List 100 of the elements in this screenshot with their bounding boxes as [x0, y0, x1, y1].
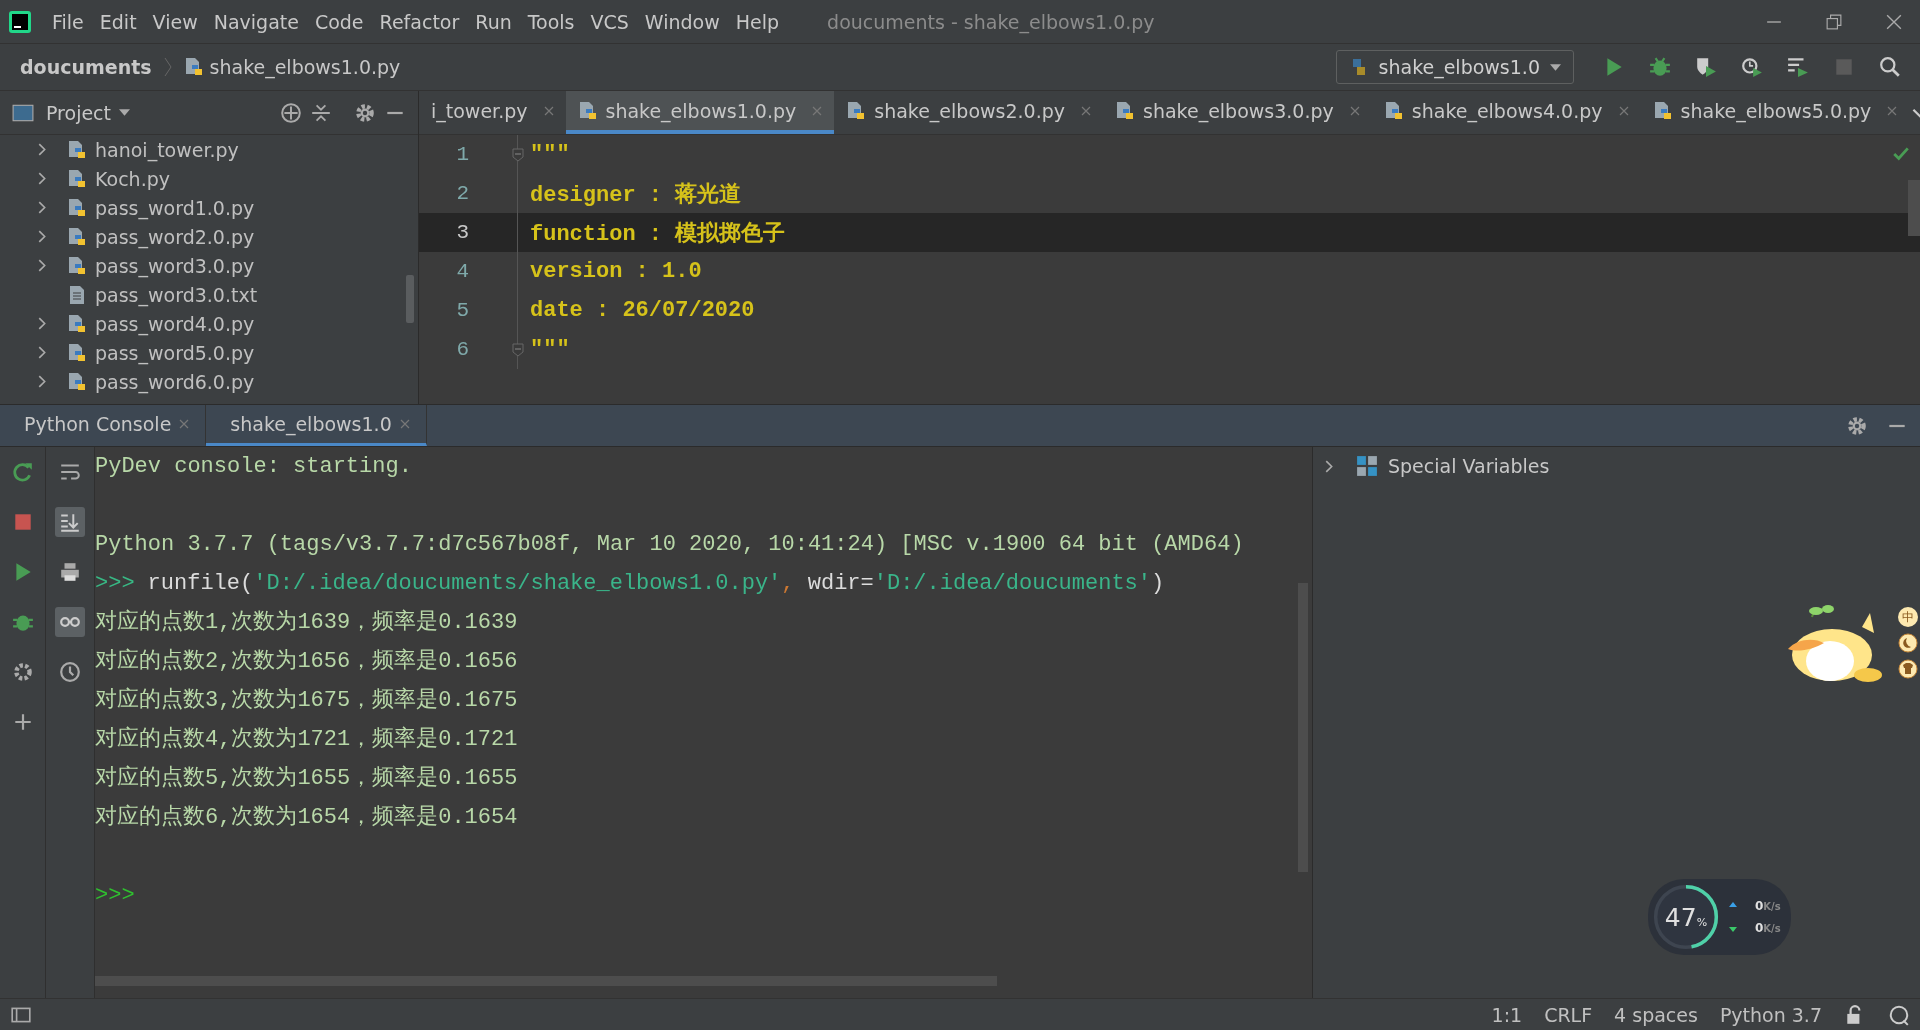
editor-tab[interactable]: shake_elbows5.0.py [1640, 91, 1910, 134]
file-tree-item[interactable]: Koch.py [95, 167, 170, 190]
editor-tab[interactable]: i_tower.py [419, 91, 566, 134]
file-tree-item[interactable]: pass_word4.0.py [95, 312, 255, 335]
code-line: designer : 蒋光道 [529, 181, 742, 209]
console-prompt[interactable]: >>> [95, 883, 135, 908]
menu-item[interactable]: Refactor [371, 10, 468, 33]
menu-item[interactable]: Window [636, 10, 728, 33]
moon-icon[interactable] [1898, 633, 1918, 653]
editor-tab[interactable]: shake_elbows1.0.py [565, 91, 835, 134]
menu-item[interactable]: View [144, 10, 206, 33]
coverage-icon[interactable] [1695, 56, 1717, 78]
python-file-icon [67, 313, 87, 334]
chevron-icon[interactable] [38, 317, 47, 330]
fold-marker-icon[interactable] [512, 342, 524, 357]
ime-mode-button[interactable]: 中 [1898, 607, 1918, 627]
chevron-icon[interactable] [38, 230, 47, 243]
console-output-line: 对应的点数5,次数为1655，频率是0.1655 [95, 764, 519, 793]
python-file-icon [67, 226, 87, 247]
interpreter-setting[interactable]: Python 3.7 [1719, 1003, 1822, 1026]
close-icon[interactable] [543, 105, 554, 116]
crosshair-icon[interactable] [280, 101, 302, 124]
file-tree-item[interactable]: pass_word2.0.py [95, 225, 255, 248]
menu-item[interactable]: Navigate [205, 10, 307, 33]
console-output-line: Python 3.7.7 (tags/v3.7.7:d7c567b08f, Mar 10 2020, 10:41:24) [MSC v.1900 64 bit (AMD64) [95, 531, 1245, 559]
run-configuration-dropdown[interactable]: shake_elbows1.0 [1335, 50, 1574, 84]
profile-icon[interactable] [1741, 56, 1763, 78]
cursor-position[interactable]: 1:1 [1491, 1003, 1523, 1026]
chevron-icon [163, 55, 172, 79]
scrollbar[interactable] [406, 275, 414, 323]
notification-icon[interactable] [1888, 1003, 1910, 1026]
chevron-icon[interactable] [38, 259, 47, 272]
variable-tree-item[interactable]: Special Variables [1388, 455, 1550, 477]
console-output-line: 对应的点数2,次数为1656，频率是0.1656 [95, 647, 519, 676]
editor-tab[interactable]: shake_elbows2.0.py [834, 91, 1104, 134]
indent-setting[interactable]: 4 spaces [1614, 1003, 1698, 1026]
python-file-icon [67, 255, 87, 276]
file-tree-item[interactable]: pass_word6.0.py [95, 370, 255, 393]
chevron-icon[interactable] [38, 346, 47, 359]
file-tree-item[interactable]: pass_word5.0.py [95, 341, 255, 364]
shirt-icon[interactable] [1898, 659, 1918, 679]
upload-speed: 0K/s [1755, 899, 1781, 913]
line-number: 5 [455, 299, 469, 322]
close-icon[interactable] [1887, 105, 1898, 116]
close-icon[interactable] [1349, 105, 1360, 116]
line-number: 1 [455, 143, 469, 166]
chevron-icon[interactable] [1325, 459, 1334, 473]
scroll-to-end-icon[interactable] [55, 507, 85, 537]
menu-item[interactable]: VCS [582, 10, 637, 33]
fold-marker-icon[interactable] [512, 147, 524, 162]
file-tree-item[interactable]: pass_word3.0.txt [95, 283, 258, 306]
code-line: date : 26/07/2020 [529, 298, 755, 323]
python-file-icon [67, 342, 87, 363]
console-output-line: 对应的点数6,次数为1654，频率是0.1654 [95, 803, 519, 832]
caret-icon[interactable] [119, 109, 130, 116]
python-file-icon [67, 168, 87, 189]
scrollbar[interactable] [95, 976, 997, 986]
restore-icon[interactable] [1826, 13, 1842, 30]
menu-item[interactable]: Code [306, 10, 372, 33]
close-icon[interactable] [1618, 105, 1629, 116]
run-list-icon[interactable] [1787, 56, 1809, 78]
search-icon[interactable] [1879, 56, 1901, 78]
console-tab[interactable]: Python Console [0, 405, 207, 446]
settings-icon[interactable] [1846, 414, 1868, 437]
console-command-line: >>> runfile('D:/.idea/doucuments/shake_elbows1.0.py', wdir='D:/.idea/doucuments') [95, 570, 1166, 598]
editor-tab[interactable]: shake_elbows4.0.py [1371, 91, 1641, 134]
file-tree-item[interactable]: pass_word3.0.py [95, 254, 255, 277]
menu-item[interactable]: Edit [91, 10, 145, 33]
line-number: 6 [455, 338, 469, 361]
line-number: 3 [455, 221, 469, 244]
line-ending[interactable]: CRLF [1544, 1003, 1593, 1026]
grid-icon [1356, 455, 1378, 477]
menu-item[interactable]: Tools [519, 10, 583, 33]
file-tree-item[interactable]: pass_word1.0.py [95, 196, 255, 219]
chevron-icon[interactable] [38, 172, 47, 185]
editor-tab[interactable]: shake_elbows3.0.py [1103, 91, 1372, 134]
chevron-icon[interactable] [38, 375, 47, 388]
chevron-icon[interactable] [38, 143, 47, 156]
settings-icon[interactable] [354, 101, 376, 124]
chevron-icon[interactable] [38, 201, 47, 214]
menu-item[interactable]: File [44, 10, 92, 33]
download-speed: 0K/s [1755, 921, 1781, 935]
file-tree-item[interactable]: hanoi_tower.py [95, 138, 239, 161]
close-icon[interactable] [1886, 13, 1902, 30]
app-logo-icon [8, 9, 32, 34]
project-view-dropdown[interactable]: Project [46, 101, 111, 124]
scrollbar[interactable] [1908, 180, 1920, 236]
breadcrumb-item[interactable]: doucuments [20, 56, 152, 78]
upload-arrow-icon [1729, 902, 1737, 910]
python-file-icon [67, 371, 87, 392]
close-icon[interactable] [1081, 105, 1092, 116]
code-line: """ [529, 142, 570, 167]
console-output-line: PyDev console: starting. [95, 453, 413, 481]
console-output-line: 对应的点数3,次数为1675，频率是0.1675 [95, 686, 519, 715]
python-file-icon [183, 57, 204, 77]
breadcrumb-item[interactable]: shake_elbows1.0.py [209, 56, 401, 78]
menu-item[interactable]: Help [727, 10, 788, 33]
glasses-icon[interactable] [55, 607, 85, 637]
bug-icon[interactable] [1649, 56, 1671, 78]
menu-item[interactable]: Run [467, 10, 520, 33]
